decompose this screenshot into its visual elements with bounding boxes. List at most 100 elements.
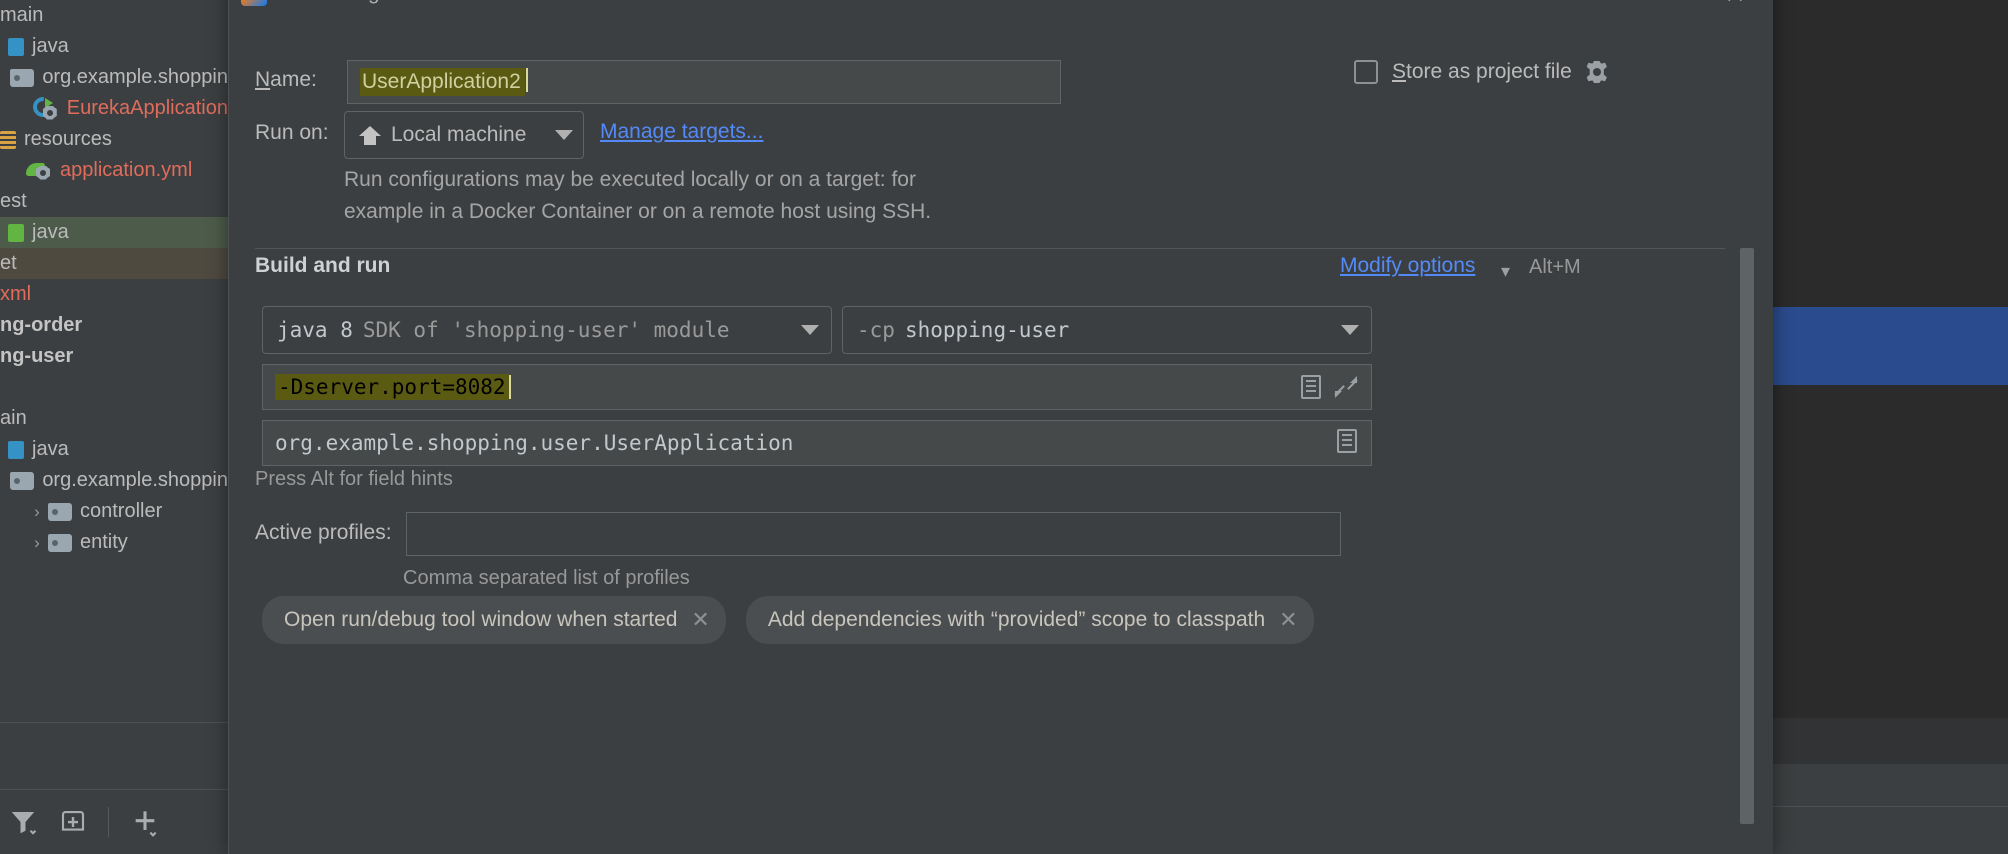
chevron-down-icon-modify[interactable]: ▾ bbox=[1501, 261, 1510, 282]
chip-open-run-debug-tool-window[interactable]: Open run/debug tool window when started … bbox=[262, 596, 726, 644]
option-chips: Open run/debug tool window when started … bbox=[262, 596, 1314, 644]
classpath-select[interactable]: -cp shopping-user bbox=[842, 306, 1372, 354]
chevron-right-icon[interactable]: › bbox=[26, 533, 48, 553]
vm-options-input[interactable]: -Dserver.port=8082 bbox=[262, 364, 1372, 410]
close-icon-chip-2[interactable]: ✕ bbox=[1279, 607, 1297, 633]
project-tree[interactable]: main java org.example.shoppin EurekaApplica… bbox=[0, 0, 228, 558]
source-root-icon bbox=[8, 440, 24, 459]
tree-item-label: java bbox=[32, 35, 69, 57]
intellij-logo-icon bbox=[241, 0, 267, 6]
classpath-value: shopping-user bbox=[904, 318, 1070, 342]
tree-item[interactable]: org.example.shoppin bbox=[0, 62, 228, 93]
tree-item[interactable]: xml bbox=[0, 279, 228, 310]
expand-editor-icon[interactable] bbox=[1301, 375, 1321, 399]
tree-item[interactable]: java bbox=[0, 31, 228, 62]
dialog-title-bar: Edit Configuration bbox=[229, 0, 1773, 16]
tree-item-label: EurekaApplication bbox=[66, 97, 228, 119]
tree-item[interactable]: application.yml bbox=[0, 155, 228, 186]
package-folder-icon bbox=[48, 533, 72, 552]
name-label: Name: bbox=[255, 68, 317, 91]
jre-version: java 8 bbox=[277, 318, 353, 342]
tree-item[interactable]: est bbox=[0, 186, 228, 217]
tree-item[interactable]: resources bbox=[0, 124, 228, 155]
chevron-down-icon-classpath bbox=[1341, 325, 1359, 335]
build-and-run-title: Build and run bbox=[255, 254, 391, 277]
close-icon-chip-1[interactable]: ✕ bbox=[691, 607, 709, 633]
fullscreen-expand-icon[interactable] bbox=[1335, 376, 1357, 398]
store-as-project-file-label[interactable]: Store as project file bbox=[1392, 60, 1572, 84]
project-panel-toolbar[interactable] bbox=[0, 790, 228, 854]
chevron-right-icon[interactable]: › bbox=[26, 502, 48, 522]
screenshot-root: main java org.example.shoppin EurekaApplica… bbox=[0, 0, 2008, 854]
run-on-description-line2: example in a Docker Container or on a re… bbox=[344, 200, 932, 223]
chevron-down-icon bbox=[555, 130, 573, 140]
home-icon bbox=[359, 124, 381, 146]
tree-item-label: controller bbox=[80, 500, 163, 522]
package-folder-icon bbox=[10, 471, 35, 490]
package-folder-icon bbox=[10, 68, 35, 87]
browse-class-icon[interactable] bbox=[1337, 428, 1357, 453]
tree-item[interactable]: et bbox=[0, 248, 228, 279]
modify-options-link[interactable]: Modify options bbox=[1340, 254, 1475, 278]
add-frame-icon[interactable] bbox=[58, 807, 88, 837]
dialog-title-text: Edit Configuration bbox=[277, 0, 444, 5]
tree-item[interactable]: java bbox=[0, 217, 228, 248]
active-profiles-hint: Comma separated list of profiles bbox=[403, 567, 690, 589]
editor-lower-strip-2 bbox=[1773, 764, 2008, 806]
dialog-body: Name: UserApplication2 Store as project … bbox=[229, 16, 1773, 854]
tree-item[interactable]: ng-user bbox=[0, 341, 228, 372]
tree-item-label: et bbox=[0, 252, 17, 274]
run-on-target-select[interactable]: Local machine bbox=[344, 111, 584, 159]
chevron-down-icon-jre bbox=[801, 325, 819, 335]
run-on-label-wrap: Run on: bbox=[255, 121, 329, 145]
tree-item-label: resources bbox=[24, 128, 112, 150]
editor-lower-strip-3 bbox=[1773, 806, 2008, 854]
tree-item[interactable]: java bbox=[0, 434, 228, 465]
project-tool-window[interactable]: main java org.example.shoppin EurekaApplica… bbox=[0, 0, 228, 854]
main-class-value: org.example.shopping.user.UserApplicatio… bbox=[275, 431, 794, 455]
jre-select[interactable]: java 8 SDK of 'shopping-user' module bbox=[262, 306, 832, 354]
text-caret-vm bbox=[508, 375, 511, 399]
gear-icon[interactable] bbox=[1586, 61, 1607, 83]
tree-item[interactable]: main bbox=[0, 0, 228, 31]
tree-item[interactable]: ng-order bbox=[0, 310, 228, 341]
editor-selection-highlight bbox=[1773, 307, 2008, 385]
tree-item[interactable] bbox=[0, 372, 228, 403]
field-hints-text: Press Alt for field hints bbox=[255, 468, 453, 490]
dialog-scrollbar-thumb[interactable] bbox=[1740, 248, 1754, 824]
vm-options-value: -Dserver.port=8082 bbox=[275, 374, 509, 400]
tree-item[interactable]: › controller bbox=[0, 496, 228, 527]
classpath-prefix: -cp bbox=[857, 318, 895, 342]
tree-item-label: application.yml bbox=[60, 159, 193, 181]
tree-item[interactable]: EurekaApplication bbox=[0, 92, 228, 124]
store-as-project-file-checkbox[interactable] bbox=[1354, 60, 1378, 84]
store-as-project-file-row[interactable]: Store as project file bbox=[1354, 60, 1608, 84]
tree-item-label: main bbox=[0, 4, 44, 26]
tree-item[interactable]: › entity bbox=[0, 527, 228, 558]
source-root-icon bbox=[8, 37, 24, 56]
active-profiles-label: Active profiles: bbox=[255, 521, 392, 544]
chip-add-provided-dependencies[interactable]: Add dependencies with “provided” scope t… bbox=[745, 596, 1314, 644]
edit-configuration-dialog[interactable]: Edit Configuration ✕ Name: UserApplicati… bbox=[228, 0, 1773, 854]
name-input-value: UserApplication2 bbox=[360, 68, 525, 96]
filter-icon[interactable] bbox=[8, 807, 38, 837]
package-folder-icon bbox=[48, 502, 72, 521]
text-caret bbox=[525, 68, 528, 92]
run-on-description-line1: Run configurations may be executed local… bbox=[344, 168, 916, 191]
spring-config-file-icon bbox=[26, 160, 52, 182]
close-icon[interactable]: ✕ bbox=[1719, 0, 1751, 10]
test-source-root-icon bbox=[8, 223, 24, 242]
active-profiles-input[interactable] bbox=[406, 512, 1341, 556]
project-panel-divider bbox=[0, 722, 228, 790]
tree-item[interactable]: org.example.shoppin bbox=[0, 465, 228, 496]
jre-module: SDK of 'shopping-user' module bbox=[362, 318, 730, 342]
chip-label: Open run/debug tool window when started bbox=[284, 608, 678, 631]
main-class-input[interactable]: org.example.shopping.user.UserApplicatio… bbox=[262, 420, 1372, 466]
name-input[interactable]: UserApplication2 bbox=[347, 60, 1061, 104]
tree-item[interactable]: ain bbox=[0, 403, 228, 434]
run-on-target-value: Local machine bbox=[391, 123, 527, 146]
manage-targets-link[interactable]: Manage targets... bbox=[600, 120, 763, 144]
tree-item-label: org.example.shoppin bbox=[42, 66, 228, 88]
plus-icon[interactable] bbox=[129, 806, 161, 838]
name-label-wrap: Name: bbox=[255, 68, 317, 92]
